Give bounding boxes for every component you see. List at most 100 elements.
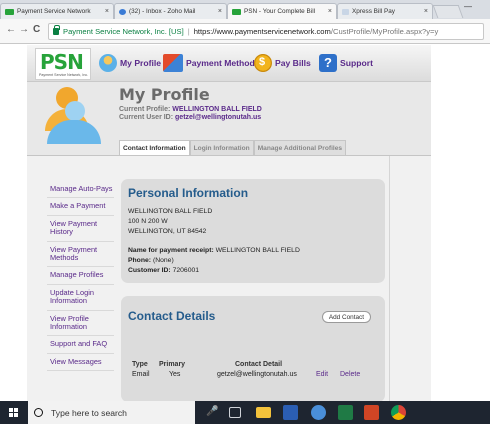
contact-details-card: Contact Details Add Contact Type Primary… [121, 296, 385, 401]
tab-manage-additional-profiles[interactable]: Manage Additional Profiles [253, 140, 347, 155]
psn-favicon-icon [232, 8, 241, 15]
sidebar-item-update-login[interactable]: Update Login Information [47, 285, 114, 311]
page-favicon-icon [342, 8, 349, 15]
users-avatar-icon [37, 87, 101, 145]
sidebar-item-manage-profiles[interactable]: Manage Profiles [47, 267, 114, 285]
url-path: /CustProfile/MyProfile.aspx?y=y [330, 27, 439, 36]
nav-my-profile[interactable]: My Profile [99, 51, 161, 75]
reload-icon[interactable]: C [33, 24, 40, 35]
profile-icon [99, 54, 117, 72]
zoho-favicon-icon [119, 8, 126, 15]
people-icon[interactable] [311, 405, 326, 420]
url-input[interactable]: Payment Service Network, Inc. [US] | htt… [48, 23, 484, 40]
address-line-1: 100 N 200 W [128, 218, 168, 225]
pay-bills-icon [254, 54, 272, 72]
site-container: PSN Payment Service Network, Inc. My Pro… [27, 45, 431, 401]
powerpoint-icon[interactable] [364, 405, 379, 420]
browser-tab-strip: Payment Service Network × (32) - Inbox -… [0, 0, 490, 19]
sidebar-item-view-profile[interactable]: View Profile Information [47, 311, 114, 337]
nav-label: Support [340, 58, 373, 68]
windows-taskbar: Type here to search 🎤 [0, 401, 490, 424]
nav-pay-bills[interactable]: Pay Bills [254, 51, 311, 75]
microphone-icon[interactable]: 🎤 [206, 406, 218, 417]
receipt-name-label: Name for payment receipt: [128, 247, 214, 254]
browser-tab-psn-active[interactable]: PSN - Your Complete Bill × [227, 3, 337, 19]
current-user-label: Current User ID: [119, 114, 174, 121]
sidebar-item-make-payment[interactable]: Make a Payment [47, 198, 114, 216]
page-title: My Profile [119, 85, 210, 104]
nav-payment-methods[interactable]: Payment Methods [163, 51, 260, 75]
current-profile-line: Current Profile: WELLINGTON BALL FIELD [119, 106, 262, 113]
receipt-name-line: Name for payment receipt: WELLINGTON BAL… [128, 247, 300, 254]
minimize-window-icon[interactable]: — [464, 2, 472, 11]
sidebar-item-view-messages[interactable]: View Messages [47, 354, 114, 372]
taskbar-search-input[interactable]: Type here to search [28, 401, 195, 424]
lock-icon [53, 25, 60, 35]
column-header-primary: Primary [159, 361, 186, 368]
tab-label: (32) - Inbox - Zoho Mail [129, 8, 196, 15]
url-host: https://www.paymentservicenetwork.com [193, 27, 331, 36]
browser-tab-xpress[interactable]: Xpress Bill Pay × [337, 3, 433, 19]
column-divider [389, 156, 390, 401]
content-area: Manage Auto-Pays Make a Payment View Pay… [27, 155, 431, 401]
sidebar-item-payment-history[interactable]: View Payment History [47, 216, 114, 242]
excel-icon[interactable] [338, 405, 353, 420]
receipt-name-value: WELLINGTON BALL FIELD [215, 247, 300, 254]
site-header: PSN Payment Service Network, Inc. My Pro… [27, 45, 431, 82]
sidebar-item-support-faq[interactable]: Support and FAQ [47, 336, 114, 354]
back-icon[interactable]: ← [6, 24, 16, 35]
tab-contact-information[interactable]: Contact Information [119, 140, 190, 155]
browser-tab-psn[interactable]: Payment Service Network × [0, 3, 114, 19]
file-explorer-icon[interactable] [256, 407, 271, 418]
forward-icon[interactable]: → [19, 24, 29, 35]
windows-start-icon[interactable] [9, 408, 19, 418]
url-separator: | [187, 27, 190, 36]
nav-support[interactable]: Support [319, 51, 373, 75]
chrome-icon[interactable] [391, 405, 406, 420]
contact-type: Email [132, 371, 150, 378]
nav-label: Payment Methods [186, 58, 260, 68]
task-view-icon[interactable] [229, 407, 241, 418]
browser-tab-zoho[interactable]: (32) - Inbox - Zoho Mail × [114, 3, 227, 19]
personal-information-card: Personal Information WELLINGTON BALL FIE… [121, 179, 385, 283]
nav-label: My Profile [120, 58, 162, 68]
payment-methods-icon [163, 54, 183, 72]
current-profile-value: WELLINGTON BALL FIELD [172, 106, 262, 113]
close-tab-icon[interactable]: × [105, 8, 109, 15]
current-user-value: getzel@wellingtonutah.us [175, 114, 262, 121]
sidebar-item-manage-autopays[interactable]: Manage Auto-Pays [47, 181, 114, 199]
support-icon [319, 54, 337, 72]
cortana-icon [34, 408, 43, 417]
psn-favicon-icon [5, 8, 14, 15]
contact-primary: Yes [169, 371, 181, 378]
close-tab-icon[interactable]: × [424, 8, 428, 15]
phone-line: Phone: (None) [128, 257, 174, 264]
sidebar-item-payment-methods[interactable]: View Payment Methods [47, 242, 114, 268]
customer-id-label: Customer ID: [128, 267, 171, 274]
word-icon[interactable] [283, 405, 298, 420]
customer-name: WELLINGTON BALL FIELD [128, 208, 213, 215]
close-tab-icon[interactable]: × [328, 8, 332, 15]
current-profile-label: Current Profile: [119, 106, 171, 113]
tab-login-information[interactable]: Login Information [189, 140, 254, 155]
delete-contact-link[interactable]: Delete [340, 371, 360, 378]
nav-label: Pay Bills [275, 58, 311, 68]
customer-id-line: Customer ID: 7206001 [128, 267, 199, 274]
add-contact-button[interactable]: Add Contact [321, 311, 371, 323]
logo-subtitle: Payment Service Network, Inc. [39, 73, 89, 77]
address-line-2: WELLINGTON, UT 84542 [128, 228, 207, 235]
column-header-contact-detail: Contact Detail [235, 361, 283, 368]
tab-label: PSN - Your Complete Bill [244, 8, 316, 15]
tab-label: Payment Service Network [17, 8, 91, 15]
psn-logo[interactable]: PSN Payment Service Network, Inc. [35, 48, 91, 80]
secure-site-label: Payment Service Network, Inc. [US] [63, 27, 184, 36]
search-placeholder: Type here to search [51, 407, 127, 418]
sidebar-nav: Manage Auto-Pays Make a Payment View Pay… [47, 181, 114, 372]
close-tab-icon[interactable]: × [218, 8, 222, 15]
customer-id-value: 7206001 [172, 267, 200, 274]
new-tab-button[interactable] [432, 5, 464, 18]
edit-contact-link[interactable]: Edit [316, 371, 328, 378]
column-header-type: Type [132, 361, 148, 368]
profile-subtabs: Contact Information Login Information Ma… [119, 140, 347, 155]
personal-information-title: Personal Information [128, 186, 249, 200]
